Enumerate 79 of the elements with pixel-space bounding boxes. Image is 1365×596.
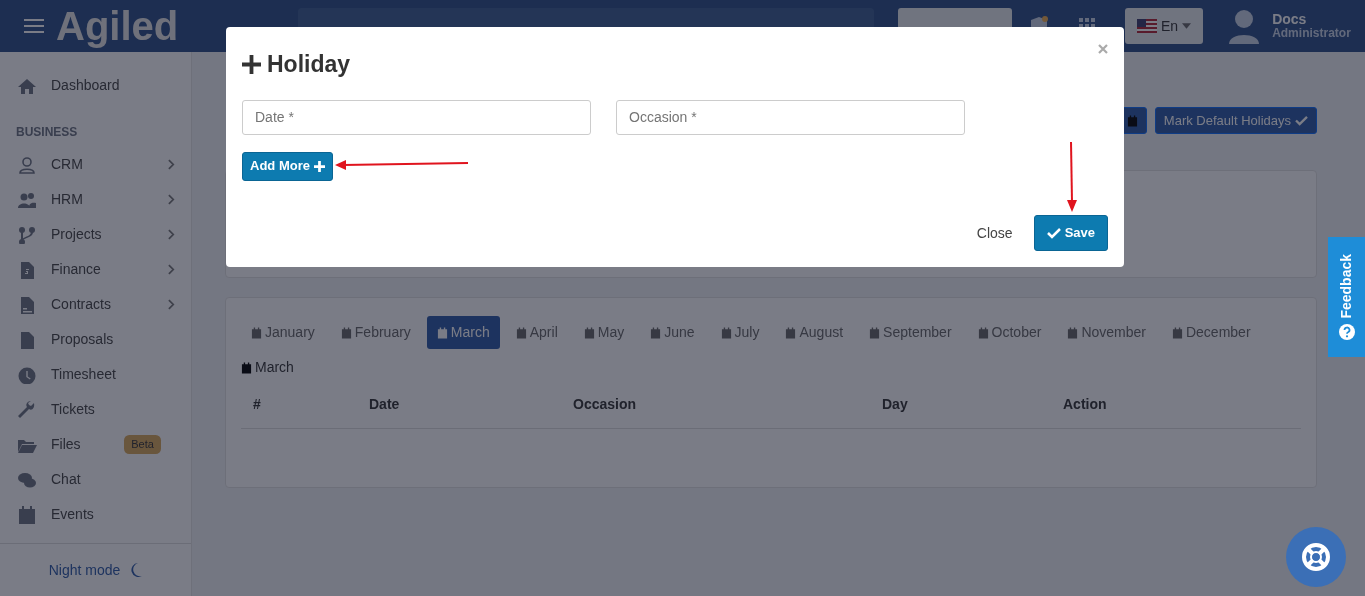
sidebar-item[interactable]: Timesheet xyxy=(0,357,191,392)
calendar-icon xyxy=(1127,115,1139,128)
check-icon xyxy=(1295,115,1308,126)
modal-title: Holiday xyxy=(267,50,351,79)
column-header: Occasion xyxy=(573,395,638,414)
sidebar-item[interactable]: Chat xyxy=(0,462,191,497)
calendar-icon xyxy=(583,326,595,339)
calendar-icon xyxy=(436,326,448,339)
help-icon xyxy=(1338,324,1355,341)
calendar-icon xyxy=(785,326,797,339)
calendar-icon xyxy=(1067,326,1079,339)
mark-default-holidays-button[interactable]: Mark Default Holidays xyxy=(1154,107,1317,134)
wrench-icon xyxy=(17,400,37,419)
sidebar-item[interactable]: Files Beta xyxy=(0,427,191,462)
input-field[interactable]: Occasion * xyxy=(616,99,965,135)
sidebar-item[interactable]: Finance xyxy=(0,252,191,287)
calendar-icon xyxy=(1171,326,1183,339)
month-tab[interactable]: November xyxy=(1057,316,1156,349)
sidebar-item[interactable]: Tickets xyxy=(0,392,191,427)
feedback-tab[interactable]: Feedback xyxy=(1328,237,1365,357)
branch-icon xyxy=(17,225,37,244)
language-dropdown[interactable]: En xyxy=(1125,8,1204,44)
close-button[interactable]: Close xyxy=(976,222,1013,244)
clock-icon xyxy=(17,365,37,384)
calendar-icon xyxy=(869,326,881,339)
month-tab[interactable]: May xyxy=(573,316,635,349)
column-header: Day xyxy=(882,395,909,414)
home-icon xyxy=(17,76,37,95)
check-icon xyxy=(1046,227,1061,239)
beta-badge: Beta xyxy=(124,435,161,454)
column-header: Action xyxy=(1063,395,1108,414)
plus-icon xyxy=(242,54,261,74)
user-name: Docs xyxy=(1272,11,1308,28)
calendar-icon xyxy=(650,326,662,339)
sidebar-item[interactable]: Proposals xyxy=(0,322,191,357)
calendar-icon xyxy=(340,326,352,339)
sidebar-item[interactable]: CRM xyxy=(0,147,191,182)
month-tab[interactable]: April xyxy=(505,316,568,349)
help-button[interactable] xyxy=(1286,527,1346,587)
month-tab[interactable]: September xyxy=(859,316,962,349)
moon-icon xyxy=(128,562,143,578)
calendar-icon xyxy=(720,326,732,339)
calendar-icon xyxy=(251,326,262,339)
add-more-button[interactable]: Add More xyxy=(242,151,333,181)
calendar-icon xyxy=(515,326,527,339)
section-heading: BUSINESS xyxy=(15,124,79,141)
sidebar-item[interactable]: Projects xyxy=(0,217,191,252)
night-mode-toggle[interactable]: Night mode xyxy=(48,559,121,581)
sidebar-item[interactable]: HRM xyxy=(0,182,191,217)
sidebar-item[interactable]: Events xyxy=(0,497,191,532)
month-tab[interactable]: June xyxy=(640,316,705,349)
month-tab[interactable]: February xyxy=(330,316,421,349)
plus-icon xyxy=(313,160,325,172)
month-tab[interactable]: December xyxy=(1161,316,1261,349)
column-header: # xyxy=(253,395,262,414)
menu-icon[interactable] xyxy=(24,18,44,34)
month-tab[interactable]: October xyxy=(967,316,1052,349)
flag-icon xyxy=(1137,19,1157,33)
column-header: Date xyxy=(369,395,401,414)
sidebar-item[interactable]: Dashboard xyxy=(0,68,191,103)
calendar-icon xyxy=(241,361,252,374)
save-button[interactable]: Save xyxy=(1033,215,1108,251)
chat-icon xyxy=(17,470,37,489)
avatar-icon[interactable] xyxy=(1229,8,1260,44)
caret-icon xyxy=(1182,23,1192,29)
input-field[interactable]: Date * xyxy=(242,99,591,135)
calendar-icon xyxy=(17,505,37,524)
month-tab[interactable]: August xyxy=(775,316,854,349)
lifebuoy-icon xyxy=(1300,541,1332,573)
annotation-arrow xyxy=(1066,142,1078,212)
sidebar-item[interactable]: Contracts xyxy=(0,287,191,322)
user-role: Administrator xyxy=(1272,27,1351,41)
calendar-icon xyxy=(977,326,989,339)
users-icon xyxy=(17,190,37,209)
month-tab[interactable]: March xyxy=(426,316,500,349)
month-tab[interactable]: January xyxy=(241,316,325,349)
section-title: March xyxy=(255,358,294,377)
user-icon xyxy=(17,155,37,174)
month-tab[interactable]: July xyxy=(710,316,770,349)
